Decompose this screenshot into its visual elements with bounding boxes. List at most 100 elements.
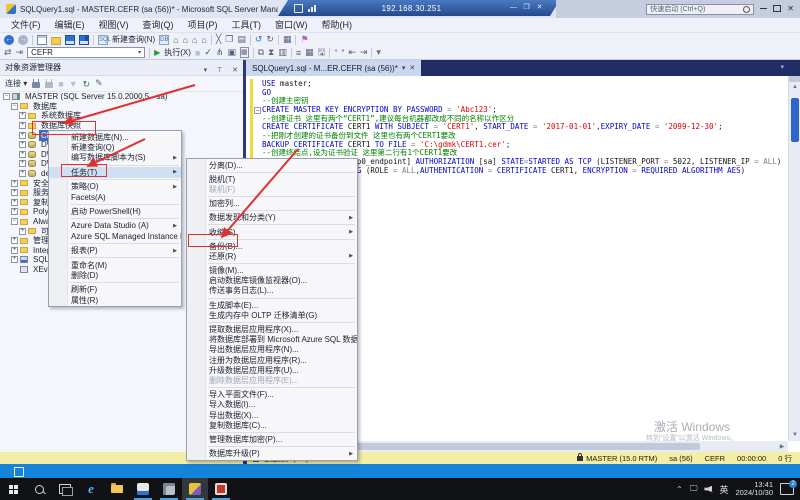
expand-icon[interactable]: + xyxy=(11,208,18,215)
app-button-4[interactable] xyxy=(208,478,234,500)
vertical-scrollbar[interactable]: ▲ ▼ xyxy=(788,76,800,441)
context-menu-item[interactable]: 刷新(F) xyxy=(49,285,181,295)
ssms-taskbar-button[interactable] xyxy=(182,478,208,500)
context-menu-item[interactable]: 属性(R) xyxy=(49,295,181,305)
execute-icon[interactable]: ▶ xyxy=(154,48,160,57)
app-button-2[interactable] xyxy=(156,478,182,500)
uncomment-icon[interactable]: ” xyxy=(341,48,344,58)
tree-node[interactable]: +数据库快照 xyxy=(0,121,243,131)
connect-button[interactable]: 连接 ▾ xyxy=(5,78,27,89)
comment-icon[interactable]: “ xyxy=(334,48,337,58)
expand-icon[interactable]: + xyxy=(19,160,26,167)
tree-node[interactable]: +系统数据库 xyxy=(0,111,243,121)
scroll-up-icon[interactable]: ▲ xyxy=(789,82,800,92)
panel-close-icon[interactable]: ✕ xyxy=(232,67,238,74)
input-language-indicator[interactable]: 英 xyxy=(719,483,728,496)
redo-icon[interactable]: ↻ xyxy=(266,34,274,45)
available-databases-combo[interactable]: CEFR ▾ xyxy=(27,47,145,58)
tasks-submenu-item[interactable]: 将数据库部署到 Microsoft Azure SQL 数据库(A)... xyxy=(187,335,357,345)
tasks-submenu-item[interactable]: 导入数据(I)... xyxy=(187,400,357,410)
context-menu-item[interactable]: 删除(D) xyxy=(49,270,181,280)
increase-indent-icon[interactable]: ⇥ xyxy=(360,47,368,58)
context-menu-item[interactable]: 新建查询(Q) xyxy=(49,142,181,152)
tasks-submenu-item[interactable]: 生成脚本(E)... xyxy=(187,300,357,310)
disconnect-query-icon[interactable]: ⇥ xyxy=(16,47,24,58)
new-query-button[interactable]: 新建查询(N) xyxy=(112,34,155,45)
context-menu-item[interactable]: Facets(A) xyxy=(49,192,181,202)
query-options-icon[interactable]: ▣ xyxy=(227,47,236,58)
window-minimize-button[interactable] xyxy=(760,0,767,18)
vertical-scroll-thumb[interactable] xyxy=(791,98,799,142)
start-button[interactable] xyxy=(0,478,26,500)
flag-icon[interactable]: ⚑ xyxy=(300,34,308,45)
menubar-item-2[interactable]: 视图(V) xyxy=(92,18,136,32)
tasks-submenu-item[interactable]: 镜像(M)... xyxy=(187,266,357,276)
tree-node[interactable]: −数据库 xyxy=(0,102,243,112)
pin-icon[interactable]: ⊤ xyxy=(217,67,223,74)
panel-menu-icon[interactable]: ▾ xyxy=(204,67,208,74)
tasks-submenu-item[interactable]: 导出数据层应用程序(N)... xyxy=(187,345,357,355)
window-close-button[interactable]: ✕ xyxy=(787,0,794,18)
tasks-submenu-item[interactable]: 生成内存中 OLTP 迁移清单(G) xyxy=(187,310,357,320)
mdx-query-icon[interactable]: ⌂ xyxy=(183,35,188,45)
internet-explorer-button[interactable]: e xyxy=(78,478,104,500)
window-restore-button[interactable] xyxy=(773,0,781,18)
expand-icon[interactable]: + xyxy=(19,170,26,177)
context-menu-item[interactable]: 策略(O)▶ xyxy=(49,182,181,192)
expand-icon[interactable]: + xyxy=(11,199,18,206)
expand-icon[interactable]: + xyxy=(11,256,18,263)
tasks-submenu-item[interactable]: 加密列... xyxy=(187,199,357,209)
rdp-restore-button[interactable]: ❒ xyxy=(520,0,533,16)
tasks-submenu-item[interactable]: 还原(R)▶ xyxy=(187,251,357,261)
expand-icon[interactable]: + xyxy=(11,237,18,244)
tasks-submenu-item[interactable]: 提取数据层应用程序(X)... xyxy=(187,324,357,334)
tab-overflow-icon[interactable]: ▾ xyxy=(780,60,800,76)
refresh-icon[interactable]: ↻ xyxy=(83,78,91,90)
dmx-query-icon[interactable]: ⌂ xyxy=(192,35,197,45)
display-estimated-plan-icon[interactable]: ⋔ xyxy=(216,47,224,58)
tasks-submenu-item[interactable]: 分离(D)... xyxy=(187,160,357,170)
fold-collapse-icon[interactable]: − xyxy=(253,105,262,114)
task-view-button[interactable] xyxy=(52,478,78,500)
connect-server-icon[interactable] xyxy=(32,82,40,88)
context-menu-item[interactable]: Azure Data Studio (A)▶ xyxy=(49,221,181,231)
context-menu-item[interactable]: 重命名(M) xyxy=(49,260,181,270)
parse-icon[interactable]: ✓ xyxy=(204,47,212,58)
menubar-item-0[interactable]: 文件(F) xyxy=(4,18,48,32)
tasks-submenu-item[interactable]: 注册为数据层应用程序(R)... xyxy=(187,355,357,365)
context-menu-item[interactable]: 编写数据库脚本为(S)▶ xyxy=(49,153,181,163)
results-to-file-icon[interactable]: 🖫 xyxy=(318,45,326,61)
expand-icon[interactable]: + xyxy=(19,151,26,158)
tasks-submenu-item[interactable]: 删除数据层应用程序(E)... xyxy=(187,375,357,385)
tasks-submenu-item[interactable]: 收缩(S)▶ xyxy=(187,227,357,237)
tab-close-icon[interactable]: ✕ xyxy=(409,64,415,72)
undo-icon[interactable]: ↺ xyxy=(255,34,263,45)
tasks-submenu-item[interactable]: 导出数据(X)... xyxy=(187,410,357,420)
context-menu-item[interactable]: 启动 PowerShell(H) xyxy=(49,206,181,216)
expand-icon[interactable]: + xyxy=(19,132,26,139)
cancel-query-icon[interactable]: ■ xyxy=(195,48,200,58)
collapse-icon[interactable]: − xyxy=(11,218,18,225)
menubar-item-3[interactable]: 查询(Q) xyxy=(136,18,181,32)
expand-icon[interactable]: + xyxy=(11,247,18,254)
open-file-icon[interactable] xyxy=(51,37,61,45)
expand-icon[interactable]: + xyxy=(19,122,26,129)
save-icon[interactable] xyxy=(65,35,75,45)
new-database-engine-query-icon[interactable]: DB xyxy=(159,35,169,45)
tasks-submenu-item[interactable]: 脱机(T) xyxy=(187,174,357,184)
menubar-item-5[interactable]: 工具(T) xyxy=(225,18,269,32)
tasks-submenu-item[interactable]: 数据库升级(P)▶ xyxy=(187,449,357,459)
tasks-submenu-item[interactable]: 管理数据库加密(P)... xyxy=(187,434,357,444)
taskbar-search-button[interactable] xyxy=(26,478,52,500)
display-tray-icon[interactable]: 🖵 xyxy=(690,484,698,494)
expand-icon[interactable]: + xyxy=(11,180,18,187)
context-menu-item[interactable]: 报表(P)▶ xyxy=(49,246,181,256)
include-actual-plan-icon[interactable]: ⧗ xyxy=(268,47,274,58)
remote-taskbar-item[interactable] xyxy=(14,467,24,477)
expand-icon[interactable]: + xyxy=(19,112,26,119)
tasks-submenu-item[interactable]: 联机(F) xyxy=(187,184,357,194)
expand-icon[interactable]: + xyxy=(11,189,18,196)
paste-icon[interactable]: ▤ xyxy=(237,34,246,45)
client-statistics-icon[interactable]: ▥ xyxy=(278,47,287,58)
script-icon[interactable]: ✎ xyxy=(95,78,103,89)
